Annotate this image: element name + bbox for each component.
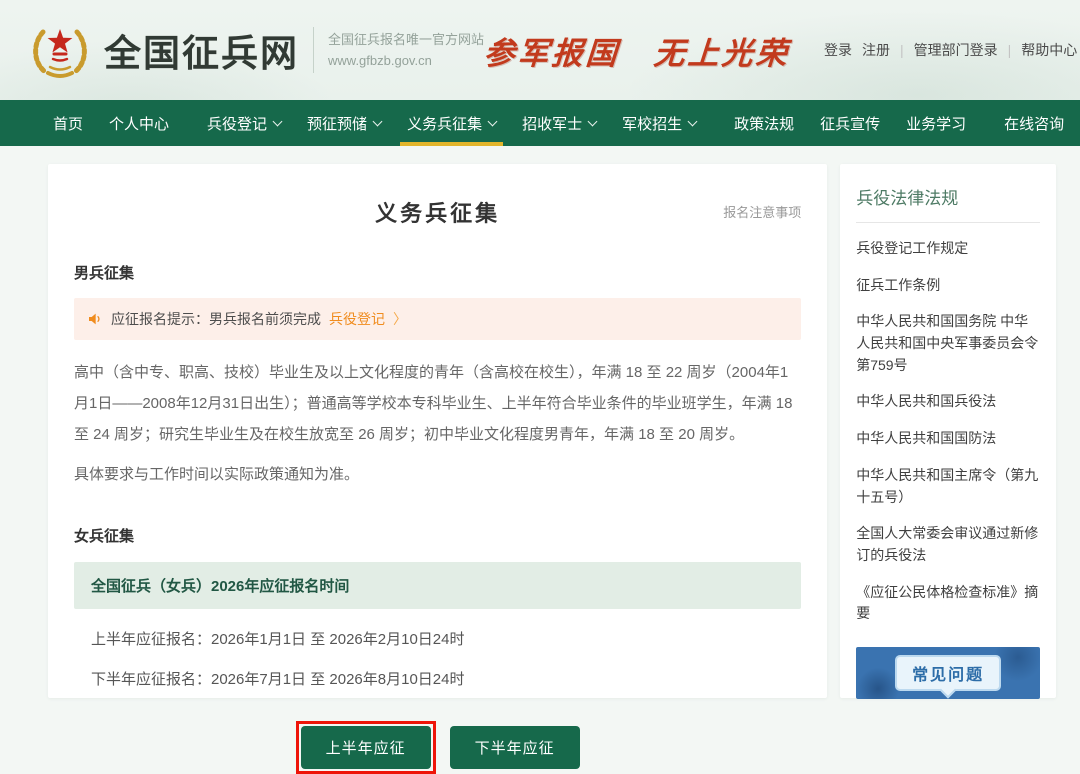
nav-item-publicity[interactable]: 征兵宣传 <box>807 100 893 146</box>
female-signup-time-banner: 全国征兵（女兵）2026年应征报名时间 <box>74 562 801 609</box>
nav-item-personal-center[interactable]: 个人中心 <box>96 100 182 146</box>
header-links: 登录 注册 | 管理部门登录 | 帮助中心 <box>824 40 1077 60</box>
first-half-date-row: 上半年应征报名：2026年1月1日 至 2026年2月10日24时 <box>74 628 801 649</box>
nav-item-military-academy[interactable]: 军校招生 <box>609 100 709 146</box>
sidebar-laws: 兵役法律法规 兵役登记工作规定 征兵工作条例 中华人民共和国国务院 中华人民共和… <box>840 164 1056 698</box>
nav-item-nco-recruitment[interactable]: 招收军士 <box>509 100 609 146</box>
slogan-calligraphy: 参军报国 无上光荣 <box>482 28 791 73</box>
sidebar-title: 兵役法律法规 <box>856 184 1040 223</box>
nav-label: 兵役登记 <box>207 113 267 134</box>
main-nav: 首页 个人中心 兵役登记 预征预储 义务兵征集 招收军士 军校招生 政策法规 征… <box>0 100 1080 146</box>
site-title: 全国征兵网 <box>104 23 299 77</box>
nav-item-business-learning[interactable]: 业务学习 <box>893 100 979 146</box>
sidebar-item-conscription-regulations[interactable]: 征兵工作条例 <box>856 275 1040 297</box>
sidebar-item-physical-exam-standards[interactable]: 《应征公民体格检查标准》摘要 <box>856 582 1040 625</box>
tagline-text: 全国征兵报名唯一官方网站 <box>328 29 484 50</box>
site-header: 全国征兵网 全国征兵报名唯一官方网站 www.gfbzb.gov.cn 参军报国… <box>0 0 1080 100</box>
sidebar-item-presidential-order-95[interactable]: 中华人民共和国主席令（第九十五号） <box>856 465 1040 508</box>
second-half-enlist-button[interactable]: 下半年应征 <box>450 726 580 769</box>
nav-item-service-registration[interactable]: 兵役登记 <box>194 100 294 146</box>
female-section-heading: 女兵征集 <box>74 525 801 546</box>
speaker-icon <box>87 311 103 327</box>
nav-label: 义务兵征集 <box>407 113 482 134</box>
sidebar-item-national-defense-law[interactable]: 中华人民共和国国防法 <box>856 428 1040 450</box>
page-title: 义务兵征集 <box>375 201 500 226</box>
nav-item-pre-conscription[interactable]: 预征预储 <box>294 100 394 146</box>
sidebar-item-order-759[interactable]: 中华人民共和国国务院 中华人民共和国中央军事委员会令 第759号 <box>856 311 1040 376</box>
arrow-right-icon: 〉 <box>393 309 407 329</box>
nav-item-policies[interactable]: 政策法规 <box>721 100 807 146</box>
logo-divider <box>313 27 314 73</box>
nav-item-compulsory-enlistment[interactable]: 义务兵征集 <box>394 100 509 146</box>
signup-notes-link[interactable]: 报名注意事项 <box>723 202 801 221</box>
main-card: 义务兵征集 报名注意事项 男兵征集 应征报名提示：男兵报名前须完成兵役登记〉 高… <box>48 164 827 698</box>
content-area: 义务兵征集 报名注意事项 男兵征集 应征报名提示：男兵报名前须完成兵役登记〉 高… <box>0 146 1080 712</box>
nav-label: 首页 <box>53 113 83 134</box>
faq-banner[interactable]: 常见问题 <box>856 647 1040 699</box>
login-link[interactable]: 登录 <box>824 40 852 60</box>
nav-label: 业务学习 <box>906 113 966 134</box>
nav-label: 在线咨询 <box>1004 113 1064 134</box>
chevron-down-icon <box>488 116 498 126</box>
site-logo[interactable]: 全国征兵网 全国征兵报名唯一官方网站 www.gfbzb.gov.cn <box>28 18 484 82</box>
sidebar-item-registration-rules[interactable]: 兵役登记工作规定 <box>856 238 1040 260</box>
link-separator: | <box>900 42 904 58</box>
male-note-paragraph: 具体要求与工作时间以实际政策通知为准。 <box>74 460 801 491</box>
site-url: www.gfbzb.gov.cn <box>328 50 484 71</box>
male-requirements-paragraph: 高中（含中专、职高、技校）毕业生及以上文化程度的青年（含高校在校生），年满 18… <box>74 358 801 450</box>
first-half-enlist-button[interactable]: 上半年应征 <box>301 726 431 769</box>
nav-label: 个人中心 <box>109 113 169 134</box>
nav-label: 预征预储 <box>307 113 367 134</box>
national-emblem-icon <box>28 18 92 82</box>
nav-item-online-consult[interactable]: 在线咨询 <box>991 100 1077 146</box>
action-buttons-row: 上半年应征 下半年应征 <box>74 721 801 774</box>
second-half-date-row: 下半年应征报名：2026年7月1日 至 2026年8月10日24时 <box>74 668 801 689</box>
nav-label: 征兵宣传 <box>820 113 880 134</box>
link-separator: | <box>1008 42 1012 58</box>
male-notice-bar: 应征报名提示：男兵报名前须完成兵役登记〉 <box>74 298 801 340</box>
male-section-heading: 男兵征集 <box>74 262 801 283</box>
nav-label: 招收军士 <box>522 113 582 134</box>
sidebar-item-military-service-law[interactable]: 中华人民共和国兵役法 <box>856 391 1040 413</box>
notice-text: 应征报名提示：男兵报名前须完成 <box>111 309 321 329</box>
title-row: 义务兵征集 报名注意事项 <box>74 196 801 228</box>
chevron-down-icon <box>373 116 383 126</box>
service-registration-link[interactable]: 兵役登记 <box>329 309 385 329</box>
nav-label: 军校招生 <box>622 113 682 134</box>
nav-label: 政策法规 <box>734 113 794 134</box>
chevron-down-icon <box>688 116 698 126</box>
site-tagline: 全国征兵报名唯一官方网站 www.gfbzb.gov.cn <box>328 29 484 72</box>
faq-bubble-label: 常见问题 <box>895 655 1001 691</box>
highlight-annotation: 上半年应征 <box>296 721 436 774</box>
chevron-down-icon <box>588 116 598 126</box>
chevron-down-icon <box>273 116 283 126</box>
register-link[interactable]: 注册 <box>862 40 890 60</box>
help-center-link[interactable]: 帮助中心 <box>1021 40 1077 60</box>
nav-item-home[interactable]: 首页 <box>40 100 96 146</box>
admin-login-link[interactable]: 管理部门登录 <box>914 40 998 60</box>
sidebar-item-npc-revised-law[interactable]: 全国人大常委会审议通过新修订的兵役法 <box>856 523 1040 566</box>
